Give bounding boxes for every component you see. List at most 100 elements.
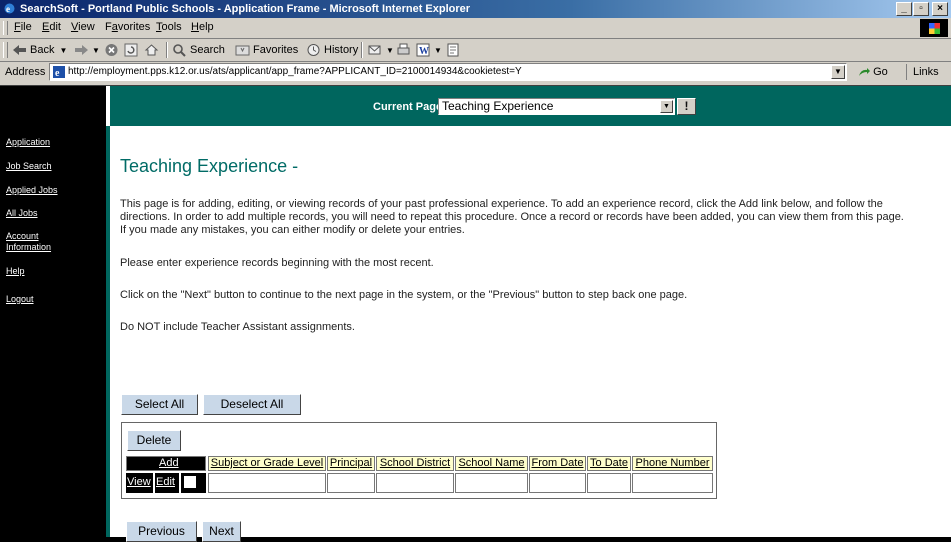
next-button[interactable]: Next: [202, 521, 241, 542]
edit-button[interactable]: W ▼: [416, 43, 442, 57]
column-header-from-date[interactable]: From Date: [529, 456, 586, 471]
window-title: SearchSoft - Portland Public Schools - A…: [20, 3, 471, 15]
menu-favorites[interactable]: Favorites: [105, 21, 150, 33]
experience-table: Delete Add Subject or Grade Level Princi…: [121, 422, 717, 499]
menu-edit[interactable]: Edit: [42, 21, 61, 33]
svg-text:e: e: [6, 4, 10, 14]
go-arrow-icon: [859, 67, 870, 76]
sidebar-item-account[interactable]: Account: [6, 231, 39, 242]
stop-icon: [105, 44, 118, 56]
discuss-button[interactable]: [446, 43, 464, 57]
standard-toolbar: Back ▼ ▼ Search Favorites History ▼ W ▼: [0, 39, 951, 62]
column-header-to-date[interactable]: To Date: [587, 456, 631, 471]
maximize-button[interactable]: ▫: [913, 2, 929, 16]
forward-arrow-icon: [75, 45, 88, 55]
minimize-button[interactable]: _: [896, 2, 912, 16]
back-dropdown-icon[interactable]: ▼: [59, 46, 67, 55]
current-page-bar: Current Page: Teaching Experience ▼ !: [106, 86, 951, 126]
sidebar-item-help[interactable]: Help: [6, 266, 25, 277]
history-button[interactable]: History: [306, 43, 358, 57]
refresh-button[interactable]: [124, 43, 142, 57]
window-controls: _ ▫ ×: [895, 2, 948, 16]
add-header-cell: Add: [126, 456, 206, 471]
forward-button[interactable]: ▼: [74, 43, 100, 57]
view-link[interactable]: View: [127, 476, 151, 488]
column-header-school-district[interactable]: School District: [376, 456, 454, 471]
main-content: Teaching Experience - This page is for a…: [106, 126, 951, 542]
add-link[interactable]: Add: [159, 457, 179, 469]
browser-window: e SearchSoft - Portland Public Schools -…: [0, 0, 951, 542]
menu-bar: File Edit View Favorites Tools Help: [0, 18, 951, 39]
intro-paragraph: This page is for adding, editing, or vie…: [120, 198, 904, 236]
column-header-subject[interactable]: Subject or Grade Level: [208, 456, 326, 471]
toolbar-separator: [166, 42, 168, 58]
sidebar-item-all-jobs[interactable]: All Jobs: [6, 208, 38, 219]
toolbar-separator: [361, 42, 363, 58]
svg-text:e: e: [55, 68, 60, 78]
page-title: Teaching Experience -: [120, 156, 299, 176]
table-cell-subject: [208, 473, 326, 493]
instruction-order: Please enter experience records beginnin…: [120, 257, 434, 269]
printer-icon: [397, 43, 410, 55]
go-button[interactable]: Go: [858, 66, 888, 78]
home-button[interactable]: [144, 43, 162, 57]
table-cell-from-date: [529, 473, 586, 493]
sidebar-item-applied-jobs[interactable]: Applied Jobs: [6, 185, 58, 196]
word-edit-icon: W: [416, 43, 430, 57]
windows-flag-icon: [929, 23, 940, 34]
current-page-go-button[interactable]: !: [677, 98, 696, 115]
search-icon: [173, 44, 186, 57]
mail-button[interactable]: ▼: [368, 43, 394, 57]
menubar-grip: [3, 21, 8, 35]
close-button[interactable]: ×: [932, 2, 948, 16]
refresh-icon: [124, 43, 138, 57]
select-all-button[interactable]: Select All: [121, 394, 198, 415]
page-icon: e: [53, 66, 65, 78]
address-input[interactable]: e http://employment.pps.k12.or.us/ats/ap…: [49, 63, 847, 81]
forward-dropdown-icon[interactable]: ▼: [92, 46, 100, 55]
row-checkbox[interactable]: [184, 476, 196, 488]
edit-dropdown-icon[interactable]: ▼: [434, 46, 442, 55]
checkbox-cell: [181, 473, 206, 493]
ie-logo-icon: e: [4, 3, 15, 14]
svg-text:W: W: [419, 46, 429, 57]
page-viewport: Application Job Search Applied Jobs All …: [0, 85, 951, 542]
search-button[interactable]: Search: [172, 43, 225, 57]
mail-dropdown-icon[interactable]: ▼: [386, 46, 394, 55]
links-toolbar[interactable]: Links: [906, 64, 939, 80]
sidebar-item-application[interactable]: Application: [6, 137, 50, 148]
instruction-exclusion: Do NOT include Teacher Assistant assignm…: [120, 321, 355, 333]
deselect-all-button[interactable]: Deselect All: [203, 394, 301, 415]
column-header-principal[interactable]: Principal: [327, 456, 375, 471]
back-arrow-icon: [13, 45, 26, 55]
menu-file[interactable]: File: [14, 21, 32, 33]
address-label: Address: [5, 66, 46, 78]
sidebar-item-job-search[interactable]: Job Search: [6, 161, 52, 172]
windows-logo-throbber: [920, 19, 948, 37]
edit-link[interactable]: Edit: [156, 476, 175, 488]
table-cell-to-date: [587, 473, 631, 493]
column-header-phone-number[interactable]: Phone Number: [632, 456, 713, 471]
back-button[interactable]: Back ▼: [12, 43, 67, 57]
address-dropdown-icon[interactable]: ▼: [831, 65, 845, 79]
delete-button[interactable]: Delete: [127, 430, 181, 451]
toolbar-grip: [3, 42, 8, 58]
favorites-folder-icon: [235, 45, 250, 56]
stop-button[interactable]: [104, 43, 122, 57]
discuss-icon: [447, 43, 459, 57]
print-button[interactable]: [396, 43, 414, 57]
previous-button[interactable]: Previous: [126, 521, 197, 542]
view-cell: View: [126, 473, 153, 493]
sidebar-item-logout[interactable]: Logout: [6, 294, 34, 305]
sidebar-nav: Application Job Search Applied Jobs All …: [0, 86, 106, 537]
select-dropdown-icon[interactable]: ▼: [660, 100, 673, 113]
current-page-value: Teaching Experience: [442, 99, 554, 113]
menu-view[interactable]: View: [71, 21, 95, 33]
menu-help[interactable]: Help: [191, 21, 214, 33]
instruction-navigation: Click on the "Next" button to continue t…: [120, 289, 688, 301]
sidebar-item-information[interactable]: Information: [6, 242, 51, 253]
current-page-select[interactable]: Teaching Experience ▼: [438, 98, 675, 115]
menu-tools[interactable]: Tools: [156, 21, 182, 33]
column-header-school-name[interactable]: School Name: [455, 456, 528, 471]
favorites-button[interactable]: Favorites: [235, 43, 298, 57]
